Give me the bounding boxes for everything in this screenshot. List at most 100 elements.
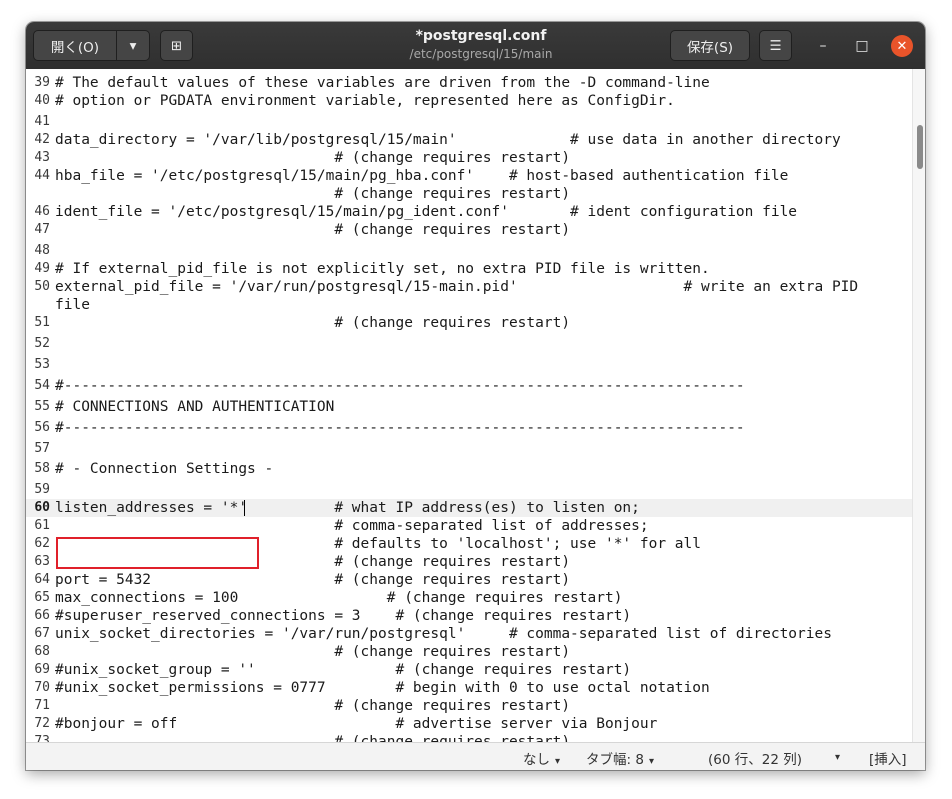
line-text: data_directory = '/var/lib/postgresql/15… bbox=[55, 132, 841, 148]
tab-width-selector[interactable]: タブ幅: 8 ▾ bbox=[586, 748, 654, 768]
minimize-button[interactable]: – bbox=[811, 34, 835, 58]
line-number: 56 bbox=[34, 420, 50, 435]
line-number: 48 bbox=[34, 243, 50, 258]
text-editor-area[interactable]: 73 # (change requires restart) 72 #bonjour… bbox=[26, 69, 912, 742]
close-button[interactable]: ✕ bbox=[891, 35, 913, 57]
chevron-down-icon: ▾ bbox=[129, 37, 137, 54]
open-button-label: 開く(O) bbox=[50, 39, 100, 56]
line-number: 43 bbox=[34, 150, 50, 165]
editor-line[interactable]: 50 external_pid_file = '/var/run/postgres… bbox=[26, 278, 912, 296]
line-text: port = 5432 # (change requires restart) bbox=[55, 572, 571, 588]
line-text: # CONNECTIONS AND AUTHENTICATION bbox=[55, 399, 335, 415]
line-number: 68 bbox=[34, 644, 50, 659]
line-number: 70 bbox=[34, 680, 50, 695]
line-text: external_pid_file = '/var/run/postgresql… bbox=[55, 279, 859, 295]
editor-line[interactable]: 69 #unix_socket_group = '' # (change requ… bbox=[26, 661, 912, 679]
new-tab-icon: ⊞ bbox=[170, 37, 183, 54]
save-button-label: 保存(S) bbox=[686, 39, 734, 56]
line-number: 50 bbox=[34, 279, 50, 294]
editor-line[interactable]: 44 hba_file = '/etc/postgresql/15/main/pg… bbox=[26, 167, 912, 185]
line-text: # (change requires restart) bbox=[55, 734, 571, 742]
editor-line[interactable]: 43 # (change requires restart) bbox=[26, 149, 912, 167]
window-subtitle: /etc/postgresql/15/main bbox=[409, 47, 553, 61]
line-text: # (change requires restart) bbox=[55, 315, 571, 331]
editor-line[interactable]: file bbox=[26, 296, 912, 314]
new-tab-button[interactable]: ⊞ bbox=[160, 30, 193, 61]
editor-line[interactable]: 47 # (change requires restart) bbox=[26, 221, 912, 239]
editor-line[interactable]: 49 # If external_pid_file is not explicit… bbox=[26, 260, 912, 278]
editor-line[interactable]: 72 #bonjour = off # advertise server via … bbox=[26, 715, 912, 733]
editor-line[interactable]: 39 # The default values of these variable… bbox=[26, 74, 912, 92]
line-number: 52 bbox=[34, 336, 50, 351]
minimize-icon: – bbox=[819, 38, 827, 54]
line-number: 57 bbox=[34, 441, 50, 456]
line-text: #unix_socket_permissions = 0777 # begin … bbox=[55, 680, 710, 696]
line-number: 54 bbox=[34, 378, 50, 393]
insert-mode-indicator[interactable]: [挿入] bbox=[869, 748, 907, 768]
editor-line[interactable]: 60 listen_addresses = '*' # what IP addre… bbox=[26, 499, 912, 517]
tab-width-label: タブ幅: 8 bbox=[586, 752, 644, 768]
editor-line[interactable]: 58 # - Connection Settings - bbox=[26, 460, 912, 478]
line-number: 39 bbox=[34, 75, 50, 90]
line-text: #bonjour = off # advertise server via Bo… bbox=[55, 716, 658, 732]
editor-line[interactable]: 42 data_directory = '/var/lib/postgresql/… bbox=[26, 131, 912, 149]
line-text: #superuser_reserved_connections = 3 # (c… bbox=[55, 608, 632, 624]
line-text: #---------------------------------------… bbox=[55, 378, 745, 394]
scrollbar-thumb[interactable] bbox=[917, 125, 923, 169]
editor-line[interactable]: 70 #unix_socket_permissions = 0777 # begi… bbox=[26, 679, 912, 697]
line-text: # (change requires restart) bbox=[55, 644, 571, 660]
line-text: # - Connection Settings - bbox=[55, 461, 274, 477]
main-menu-button[interactable]: ☰ bbox=[759, 30, 792, 61]
editor-line[interactable]: 73 # (change requires restart) bbox=[26, 733, 912, 742]
editor-line[interactable]: # (change requires restart) bbox=[26, 185, 912, 203]
language-selector[interactable]: なし ▾ bbox=[523, 748, 560, 768]
line-number: 62 bbox=[34, 536, 50, 551]
open-recent-dropdown-button[interactable]: ▾ bbox=[116, 30, 150, 61]
text-cursor bbox=[244, 500, 245, 516]
line-number: 73 bbox=[34, 734, 50, 742]
line-text: listen_addresses = '*' # what IP address… bbox=[55, 500, 640, 516]
line-number: 61 bbox=[34, 518, 50, 533]
maximize-button[interactable]: □ bbox=[850, 34, 874, 58]
editor-line[interactable]: 41 bbox=[26, 113, 912, 131]
line-number: 66 bbox=[34, 608, 50, 623]
editor-line[interactable]: 52 bbox=[26, 335, 912, 353]
open-button[interactable]: 開く(O) bbox=[33, 30, 117, 61]
cursor-position: (60 行、22 列) bbox=[708, 752, 802, 768]
line-text: # comma-separated list of addresses; bbox=[55, 518, 649, 534]
editor-line[interactable]: 54 #-------------------------------------… bbox=[26, 377, 912, 395]
editor-line[interactable]: 65 max_connections = 100 # (change requir… bbox=[26, 589, 912, 607]
line-text: # option or PGDATA environment variable,… bbox=[55, 93, 675, 109]
editor-line[interactable]: 53 bbox=[26, 356, 912, 374]
line-number: 64 bbox=[34, 572, 50, 587]
editor-line[interactable]: 51 # (change requires restart) bbox=[26, 314, 912, 332]
chevron-down-icon: ▾ bbox=[835, 752, 841, 763]
line-number: 40 bbox=[34, 93, 50, 108]
position-dropdown-button[interactable]: ▾ bbox=[830, 748, 840, 764]
editor-line[interactable]: 48 bbox=[26, 242, 912, 260]
header-bar: 開く(O) ▾ ⊞ *postgresql.conf /etc/postgres… bbox=[26, 22, 925, 70]
line-number: 42 bbox=[34, 132, 50, 147]
editor-line[interactable]: 56 #-------------------------------------… bbox=[26, 419, 912, 437]
editor-line[interactable]: 57 bbox=[26, 440, 912, 458]
line-number: 44 bbox=[34, 168, 50, 183]
vertical-scrollbar[interactable] bbox=[912, 69, 925, 742]
hamburger-menu-icon: ☰ bbox=[769, 37, 782, 54]
maximize-icon: □ bbox=[855, 38, 869, 54]
line-number: 63 bbox=[34, 554, 50, 569]
line-number: 71 bbox=[34, 698, 50, 713]
editor-line[interactable]: 46 ident_file = '/etc/postgresql/15/main/… bbox=[26, 203, 912, 221]
editor-line[interactable]: 67 unix_socket_directories = '/var/run/po… bbox=[26, 625, 912, 643]
editor-line[interactable]: 40 # option or PGDATA environment variabl… bbox=[26, 92, 912, 110]
editor-line[interactable]: 61 # comma-separated list of addresses; bbox=[26, 517, 912, 535]
line-text: # If external_pid_file is not explicitly… bbox=[55, 261, 710, 277]
editor-line[interactable]: 64 port = 5432 # (change requires restart… bbox=[26, 571, 912, 589]
editor-line[interactable]: 59 bbox=[26, 481, 912, 499]
save-button[interactable]: 保存(S) bbox=[670, 30, 750, 61]
line-number: 55 bbox=[34, 399, 50, 414]
editor-line[interactable]: 66 #superuser_reserved_connections = 3 # … bbox=[26, 607, 912, 625]
editor-line[interactable]: 55 # CONNECTIONS AND AUTHENTICATION bbox=[26, 398, 912, 416]
editor-line[interactable]: 68 # (change requires restart) bbox=[26, 643, 912, 661]
editor-line[interactable]: 71 # (change requires restart) bbox=[26, 697, 912, 715]
window-title: *postgresql.conf bbox=[415, 28, 547, 44]
